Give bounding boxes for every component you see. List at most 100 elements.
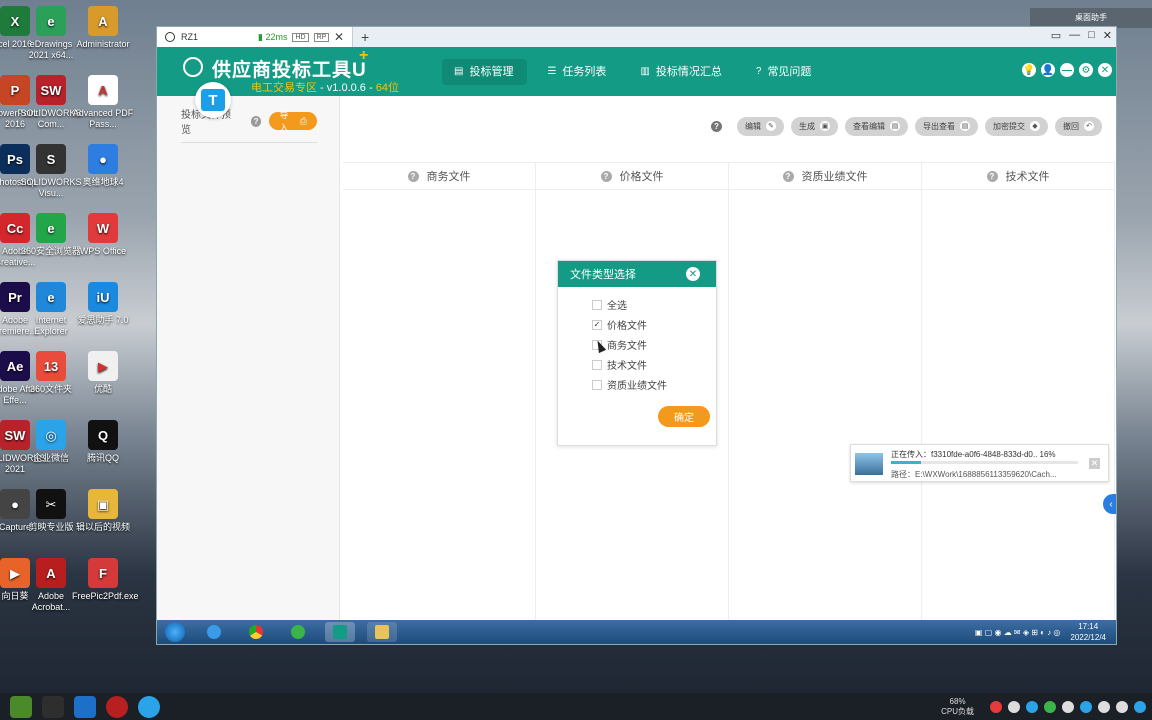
session-name: RZ1 xyxy=(181,32,199,42)
browser-360-icon[interactable] xyxy=(283,622,313,642)
confirm-button[interactable]: 确定 xyxy=(658,406,710,427)
tray-icons[interactable]: ▣ ▢ ◉ ☁ ✉ ◈ ⊞ ◐ ♪ ◎ xyxy=(975,628,1060,637)
help-icon[interactable]: ? xyxy=(250,115,262,127)
help-icon[interactable]: ? xyxy=(600,170,612,182)
desktop-icon[interactable]: F FreePic2Pdf.exe xyxy=(72,558,139,602)
dialog-title: 文件类型选择 xyxy=(570,269,636,281)
record-icon[interactable] xyxy=(106,695,128,718)
remote-taskbar: ▣ ▢ ◉ ☁ ✉ ◈ ⊞ ◐ ♪ ◎ 17:14 2022/12/4 xyxy=(157,620,1116,644)
maximize-icon[interactable]: □ xyxy=(1088,29,1095,42)
nav-bid-management[interactable]: ▤ 投标管理 xyxy=(442,59,528,85)
file-columns: ? 商务文件 ? 价格文件 ? 资质业绩文件 ? 技术文件 xyxy=(343,162,1116,642)
start-button-icon[interactable] xyxy=(165,622,185,642)
app-icon: A xyxy=(36,558,66,588)
checkbox-checked[interactable]: ✓ xyxy=(592,319,602,330)
rp-badge[interactable]: RP xyxy=(313,32,330,42)
host-taskbar: 68% CPU负载 xyxy=(0,693,1152,720)
help-icon[interactable]: ? xyxy=(711,120,722,132)
remote-session-tab[interactable]: RZ1 ▮ 22ms HD RP ✕ xyxy=(157,27,353,47)
app-icon[interactable] xyxy=(42,695,64,718)
edit-button[interactable]: 编辑 ✎ xyxy=(737,116,784,136)
folder-icon[interactable] xyxy=(367,622,397,642)
close-icon[interactable]: ✕ xyxy=(1098,63,1112,77)
desktop-icon-label: FreePic2Pdf.exe xyxy=(72,591,139,601)
app-icon[interactable] xyxy=(138,695,160,718)
new-tab-icon[interactable]: + xyxy=(361,29,369,45)
option-technical-file[interactable]: 技术文件 xyxy=(592,357,647,372)
help-icon[interactable]: ? xyxy=(986,170,998,182)
tray-icon[interactable] xyxy=(1026,700,1038,713)
close-window-icon[interactable]: ✕ xyxy=(1103,29,1112,42)
floating-app-icon[interactable]: T xyxy=(195,82,231,118)
desktop-icon[interactable]: ▶ 优酷 xyxy=(72,351,134,395)
column-header: ? 资质业绩文件 xyxy=(729,162,921,190)
app-icon[interactable] xyxy=(74,695,96,718)
tray-icon[interactable] xyxy=(1080,700,1092,713)
checkbox[interactable] xyxy=(592,299,602,310)
clock[interactable]: 17:14 2022/12/4 xyxy=(1070,621,1106,643)
minimize-icon[interactable]: — xyxy=(1060,63,1074,77)
export-view-button[interactable]: 导出查看 ▤ xyxy=(915,116,978,136)
close-icon[interactable]: ✕ xyxy=(686,267,700,281)
column-header: ? 商务文件 xyxy=(343,162,535,190)
app-icon: ✂ xyxy=(36,489,66,519)
app-icon: A xyxy=(88,6,118,36)
edit-icon: ✎ xyxy=(766,121,776,131)
desktop-icon[interactable]: iU 爱思助手 7.0 xyxy=(72,282,134,326)
desktop-icon[interactable]: A Administrator xyxy=(72,6,134,50)
app-icon: ▣ xyxy=(88,489,118,519)
option-qualification-file[interactable]: 资质业绩文件 xyxy=(592,377,667,392)
cpu-load[interactable]: 68% CPU负载 xyxy=(941,697,974,717)
help-icon[interactable]: ? xyxy=(407,170,419,182)
ie-icon[interactable] xyxy=(199,622,229,642)
tray-icon[interactable] xyxy=(1098,700,1110,713)
app-logo-icon xyxy=(183,57,203,77)
lightbulb-icon[interactable]: 💡 xyxy=(1022,63,1036,77)
desktop-icon[interactable]: A Advanced PDF Pass... xyxy=(72,75,134,130)
app-icon: W xyxy=(88,213,118,243)
restore-view-icon[interactable]: ▭ xyxy=(1051,29,1061,42)
help-icon[interactable]: ? xyxy=(782,170,794,182)
checkbox[interactable] xyxy=(592,359,602,370)
generate-button[interactable]: 生成 ▣ xyxy=(791,116,838,136)
desktop-icon[interactable]: W WPS Office xyxy=(72,213,134,257)
app-title: 供应商投标工具U xyxy=(212,60,367,81)
desktop-icon-label: Administrator xyxy=(76,39,130,49)
tray-icon[interactable] xyxy=(1062,700,1074,713)
collapse-arrow-icon[interactable]: ‹ xyxy=(1103,494,1116,514)
checkbox[interactable] xyxy=(592,379,602,390)
hd-badge[interactable]: HD xyxy=(292,32,309,42)
view-edit-button[interactable]: 查看编辑 ▤ xyxy=(845,116,908,136)
app-icon: e xyxy=(36,6,66,36)
close-icon[interactable]: ✕ xyxy=(1089,458,1100,469)
option-select-all[interactable]: 全选 xyxy=(592,297,627,312)
column-technical: ? 技术文件 xyxy=(922,162,1115,642)
desktop-icon[interactable]: Q 腾讯QQ xyxy=(72,420,134,464)
import-button[interactable]: 导入 ⎙ xyxy=(269,110,317,133)
nav-task-list[interactable]: ☰ 任务列表 xyxy=(535,59,620,85)
nav-faq[interactable]: ? 常见问题 xyxy=(744,59,826,85)
desktop-icon[interactable]: ● 奥维地球4 xyxy=(72,144,134,188)
withdraw-button[interactable]: 撤回 ↶ xyxy=(1055,116,1102,136)
tray-icon[interactable] xyxy=(1134,700,1146,713)
column-header: ? 技术文件 xyxy=(922,162,1114,190)
desktop-assistant-panel[interactable]: 桌面助手 xyxy=(1030,8,1152,28)
minimize-icon[interactable]: — xyxy=(1069,29,1080,42)
user-icon[interactable]: 👤 xyxy=(1041,63,1055,77)
desktop-icon[interactable]: ▣ 辑以后的视频 xyxy=(72,489,134,533)
tray-icon[interactable] xyxy=(1116,700,1128,713)
tray-icon[interactable] xyxy=(990,700,1002,713)
tray-icon[interactable] xyxy=(1008,700,1020,713)
settings-icon[interactable]: ⚙ xyxy=(1079,63,1093,77)
option-price-file[interactable]: ✓ 价格文件 xyxy=(592,317,647,332)
tray-icon[interactable] xyxy=(1044,700,1056,713)
chrome-icon[interactable] xyxy=(241,622,271,642)
shield-icon: ◆ xyxy=(1030,121,1040,131)
app-window-icon[interactable] xyxy=(325,622,355,642)
nav-bid-summary[interactable]: ▥ 投标情况汇总 xyxy=(628,59,735,85)
encrypt-submit-button[interactable]: 加密提交 ◆ xyxy=(985,116,1048,136)
close-tab-icon[interactable]: ✕ xyxy=(334,30,344,44)
desktop-icon-label: 腾讯QQ xyxy=(86,453,119,463)
app-icon[interactable] xyxy=(10,695,32,718)
app-subtitle: 电工交易专区 - v1.0.0.6 - 64位 xyxy=(251,82,399,94)
